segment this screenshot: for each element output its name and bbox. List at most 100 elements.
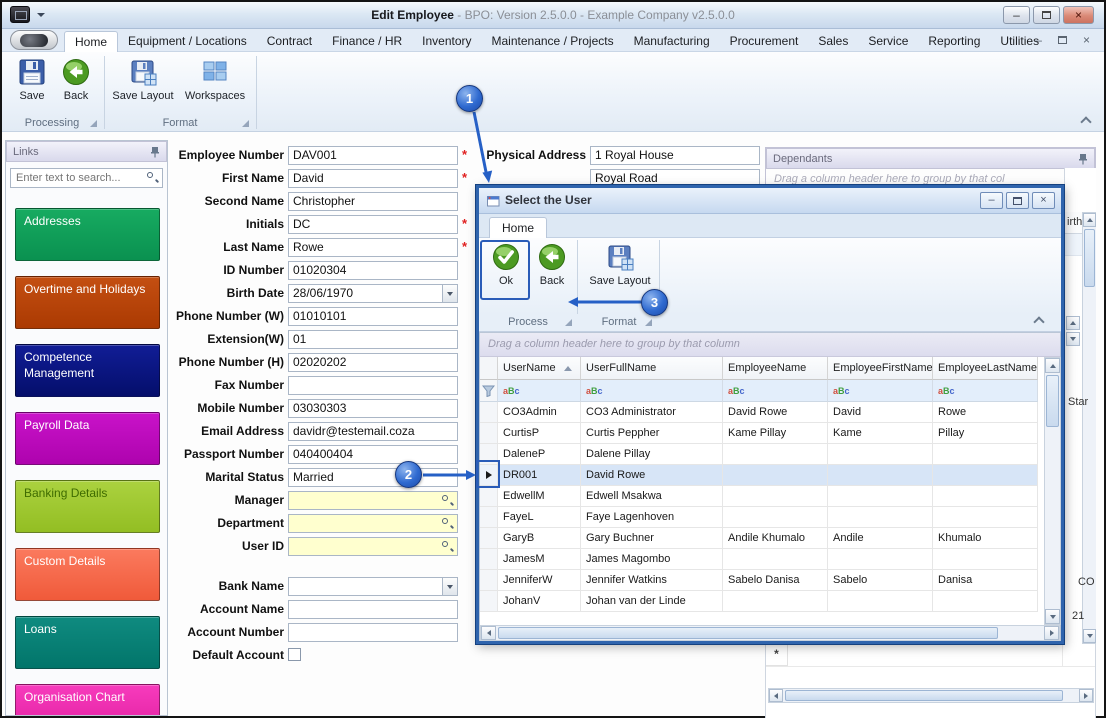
cell-employeefirstname: Kame xyxy=(828,423,933,444)
group-launcher-icon[interactable] xyxy=(565,319,572,326)
account-name-field[interactable] xyxy=(288,600,458,619)
value-fragment: 21 xyxy=(1072,610,1085,622)
grid-row-garyb[interactable]: GaryB Gary Buchner Andile Khumalo Andile Khu… xyxy=(480,528,1044,549)
field-value: Rowe xyxy=(293,240,324,254)
back-button-label: Back xyxy=(539,275,565,287)
cell-userfullname: CO3 Administrator xyxy=(581,402,723,423)
grid-row-dr001[interactable]: DR001 David Rowe xyxy=(480,465,1044,486)
extension-w-label: Extension(W) xyxy=(207,332,284,346)
employee-number-field[interactable]: DAV001 xyxy=(288,146,458,165)
cell-employeename xyxy=(723,507,828,528)
row-selector-cell[interactable] xyxy=(480,528,498,549)
dialog-maximize-button[interactable] xyxy=(1006,192,1029,209)
fax-number-label: Fax Number xyxy=(214,378,284,392)
birth-date-field[interactable]: 28/06/1970 xyxy=(288,284,458,303)
second-name-label: Second Name xyxy=(204,194,284,208)
initials-field[interactable]: DC xyxy=(288,215,458,234)
cell-employeefirstname xyxy=(828,549,933,570)
lookup-magnifier-icon[interactable] xyxy=(441,494,455,507)
row-selector-cell[interactable] xyxy=(480,402,498,423)
cell-username: EdwellM xyxy=(498,486,581,507)
row-selector-cell[interactable] xyxy=(480,591,498,612)
mobile-number-field[interactable]: 03030303 xyxy=(288,399,458,418)
required-asterisk: * xyxy=(462,239,468,254)
dialog-save-layout-button[interactable]: Save Layout xyxy=(585,242,655,287)
lookup-magnifier-icon[interactable] xyxy=(441,517,455,530)
cell-employeelastname xyxy=(933,591,1038,612)
required-asterisk: * xyxy=(462,147,468,162)
column-header-employeename[interactable]: EmployeeName xyxy=(723,357,828,380)
row-selector-cell[interactable] xyxy=(480,507,498,528)
grid-row-jenniferw[interactable]: JenniferW Jennifer Watkins Sabelo Danisa Sa… xyxy=(480,570,1044,591)
row-selector-cell[interactable] xyxy=(480,423,498,444)
group-launcher-icon[interactable] xyxy=(645,319,652,326)
user-id-field[interactable] xyxy=(288,537,458,556)
grid-row-co3admin[interactable]: CO3Admin CO3 Administrator David Rowe David… xyxy=(480,402,1044,423)
column-header-employeefirstname[interactable]: EmployeeFirstName xyxy=(828,357,933,380)
last-name-field[interactable]: Rowe xyxy=(288,238,458,257)
cell-userfullname: Jennifer Watkins xyxy=(581,570,723,591)
column-header-employeelastname[interactable]: EmployeeLastName xyxy=(933,357,1038,380)
dialog-close-button[interactable]: × xyxy=(1032,192,1055,209)
fragment-scroll-up-button[interactable] xyxy=(1066,316,1080,330)
second-name-field[interactable]: Christopher xyxy=(288,192,458,211)
fragment-horizontal-scrollbar[interactable] xyxy=(768,688,1094,703)
manager-field[interactable] xyxy=(288,491,458,510)
pin-icon[interactable] xyxy=(1078,153,1088,165)
column-header-username[interactable]: UserName xyxy=(498,357,581,380)
dialog-tab-strip: Home xyxy=(479,214,1061,238)
dependants-drag-hint: Drag a column header here to group by th… xyxy=(774,173,1005,185)
default-account-checkbox[interactable] xyxy=(288,648,301,661)
first-name-field[interactable]: David xyxy=(288,169,458,188)
column-header-userfullname[interactable]: UserFullName xyxy=(581,357,723,380)
collapse-ribbon-icon[interactable] xyxy=(1033,316,1045,328)
marital-status-label: Marital Status xyxy=(205,470,284,484)
dialog-minimize-button[interactable]: – xyxy=(980,192,1003,209)
selected-row-highlight xyxy=(476,460,500,488)
filter-selector-cell xyxy=(480,380,498,402)
email-address-field[interactable]: davidr@testemail.coza xyxy=(288,422,458,441)
auto-filter-cell-username[interactable]: aBc xyxy=(498,380,581,402)
dropdown-button[interactable] xyxy=(442,285,457,302)
cell-userfullname: James Magombo xyxy=(581,549,723,570)
department-field[interactable] xyxy=(288,514,458,533)
fragment-scroll-down-button[interactable] xyxy=(1066,332,1080,346)
grid-row-curtisp[interactable]: CurtisP Curtis Peppher Kame Pillay Kame Pill… xyxy=(480,423,1044,444)
auto-filter-cell-employeelastname[interactable]: aBc xyxy=(933,380,1038,402)
phone-number-h-field[interactable]: 02020202 xyxy=(288,353,458,372)
grid-horizontal-scrollbar[interactable] xyxy=(480,625,1060,641)
account-number-field[interactable] xyxy=(288,623,458,642)
row-selector-cell[interactable] xyxy=(480,549,498,570)
cell-username: CO3Admin xyxy=(498,402,581,423)
phone-number-w-field[interactable]: 01010101 xyxy=(288,307,458,326)
grid-row-jamesm[interactable]: JamesM James Magombo xyxy=(480,549,1044,570)
cell-username: GaryB xyxy=(498,528,581,549)
passport-number-field[interactable]: 040400404 xyxy=(288,445,458,464)
grid-row-dalenep[interactable]: DaleneP Dalene Pillay xyxy=(480,444,1044,465)
passport-number-label: Passport Number xyxy=(183,447,284,461)
cell-userfullname: Faye Lagenhoven xyxy=(581,507,723,528)
dialog-tab-home[interactable]: Home xyxy=(489,217,548,238)
row-selector-cell[interactable] xyxy=(480,486,498,507)
bank-name-field[interactable] xyxy=(288,577,458,596)
chevron-down-icon xyxy=(447,291,453,296)
auto-filter-cell-userfullname[interactable]: aBc xyxy=(581,380,723,402)
auto-filter-cell-employeename[interactable]: aBc xyxy=(723,380,828,402)
grid-vertical-scrollbar[interactable] xyxy=(1044,357,1061,625)
abc-filter-icon: aBc xyxy=(938,385,955,396)
lookup-magnifier-icon[interactable] xyxy=(441,540,455,553)
auto-filter-cell-employeefirstname[interactable]: aBc xyxy=(828,380,933,402)
grid-row-fayel[interactable]: FayeL Faye Lagenhoven xyxy=(480,507,1044,528)
dropdown-button[interactable] xyxy=(442,578,457,595)
grid-row-edwellm[interactable]: EdwellM Edwell Msakwa xyxy=(480,486,1044,507)
id-number-field[interactable]: 01020304 xyxy=(288,261,458,280)
grid-row-johanv[interactable]: JohanV Johan van der Linde xyxy=(480,591,1044,612)
dialog-back-button[interactable]: Back xyxy=(531,242,573,287)
cell-employeename xyxy=(723,444,828,465)
marital-status-field[interactable]: Married xyxy=(288,468,458,487)
fax-number-field[interactable] xyxy=(288,376,458,395)
row-selector-cell[interactable] xyxy=(480,570,498,591)
physical-address-line1-field[interactable]: 1 Royal House xyxy=(590,146,760,165)
extension-w-field[interactable]: 01 xyxy=(288,330,458,349)
chevron-down-icon xyxy=(447,584,453,589)
